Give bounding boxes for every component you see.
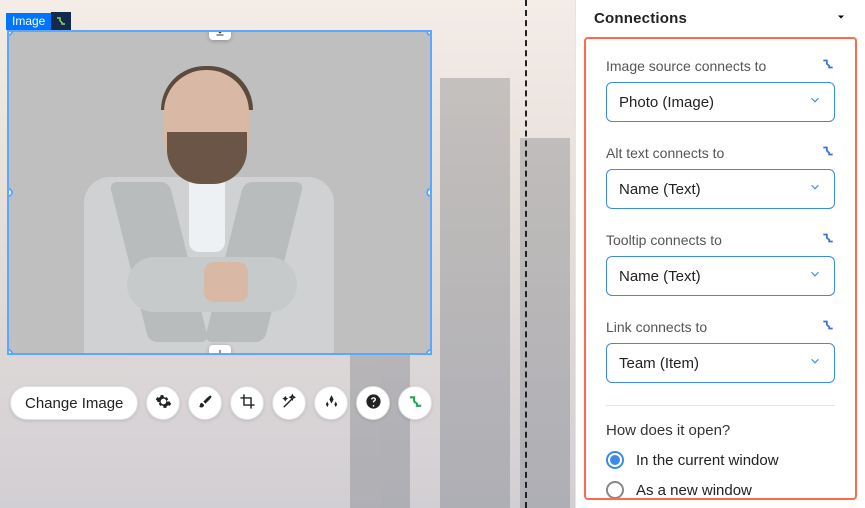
filters-button[interactable] — [272, 386, 306, 420]
dropdown-value: Name (Text) — [619, 181, 701, 198]
help-button[interactable] — [356, 386, 390, 420]
field-link: Link connects to Team (Item) — [606, 318, 835, 383]
connect-data-button[interactable] — [398, 386, 432, 420]
animation-icon — [323, 393, 340, 413]
crop-button[interactable] — [230, 386, 264, 420]
wand-icon — [281, 393, 298, 413]
field-label: Image source connects to — [606, 58, 766, 74]
dropdown-alt-text[interactable]: Name (Text) — [606, 169, 835, 209]
element-type-label: Image — [6, 13, 51, 30]
radio-label: As a new window — [636, 482, 752, 499]
selected-image[interactable] — [7, 30, 432, 355]
resize-handle-bl[interactable] — [7, 349, 13, 355]
radio-current-window[interactable]: In the current window — [606, 451, 835, 469]
dropdown-value: Name (Text) — [619, 268, 701, 285]
gear-icon — [155, 393, 172, 413]
connections-panel: Connections Image source connects to Pho… — [575, 0, 865, 508]
crop-icon — [239, 393, 256, 413]
radio-new-window[interactable]: As a new window — [606, 481, 835, 499]
help-icon — [365, 393, 382, 413]
chevron-down-icon — [808, 267, 822, 285]
dropdown-link[interactable]: Team (Item) — [606, 343, 835, 383]
field-label: Tooltip connects to — [606, 232, 722, 248]
vertical-guide[interactable] — [525, 0, 527, 508]
chevron-down-icon — [808, 180, 822, 198]
connect-icon[interactable] — [821, 231, 835, 248]
collapse-icon — [835, 10, 847, 27]
brush-icon — [197, 393, 214, 413]
floating-toolbar: Change Image — [10, 386, 432, 420]
resize-handle-ml[interactable] — [7, 188, 13, 197]
dropdown-value: Team (Item) — [619, 355, 699, 372]
field-alt-text: Alt text connects to Name (Text) — [606, 144, 835, 209]
highlighted-settings-region: Image source connects to Photo (Image) A… — [584, 37, 857, 500]
change-image-button[interactable]: Change Image — [10, 386, 138, 420]
connect-icon — [407, 393, 424, 413]
radio-icon — [606, 451, 624, 469]
connect-icon[interactable] — [821, 144, 835, 161]
design-button[interactable] — [188, 386, 222, 420]
field-label: Alt text connects to — [606, 145, 724, 161]
panel-section-header[interactable]: Connections — [576, 0, 865, 37]
chevron-down-icon — [808, 354, 822, 372]
field-label: Link connects to — [606, 319, 707, 335]
editor-canvas[interactable]: Image — [0, 0, 575, 508]
radio-label: In the current window — [636, 452, 779, 469]
connect-icon[interactable] — [821, 57, 835, 74]
connect-icon — [51, 12, 71, 30]
field-tooltip: Tooltip connects to Name (Text) — [606, 231, 835, 296]
chevron-down-icon — [808, 93, 822, 111]
resize-handle-br[interactable] — [426, 349, 432, 355]
image-content-placeholder — [9, 32, 430, 353]
dropdown-image-source[interactable]: Photo (Image) — [606, 82, 835, 122]
dropdown-value: Photo (Image) — [619, 94, 714, 111]
resize-handle-mr[interactable] — [426, 188, 432, 197]
divider — [606, 405, 835, 406]
radio-icon — [606, 481, 624, 499]
field-image-source: Image source connects to Photo (Image) — [606, 57, 835, 122]
element-type-badge: Image — [6, 12, 71, 30]
dropdown-tooltip[interactable]: Name (Text) — [606, 256, 835, 296]
settings-button[interactable] — [146, 386, 180, 420]
open-behavior-question: How does it open? — [606, 422, 835, 439]
stretch-bottom-button[interactable] — [209, 345, 231, 355]
stretch-top-button[interactable] — [209, 30, 231, 40]
resize-handle-tr[interactable] — [426, 30, 432, 36]
connect-icon[interactable] — [821, 318, 835, 335]
panel-title: Connections — [594, 10, 687, 27]
animation-button[interactable] — [314, 386, 348, 420]
